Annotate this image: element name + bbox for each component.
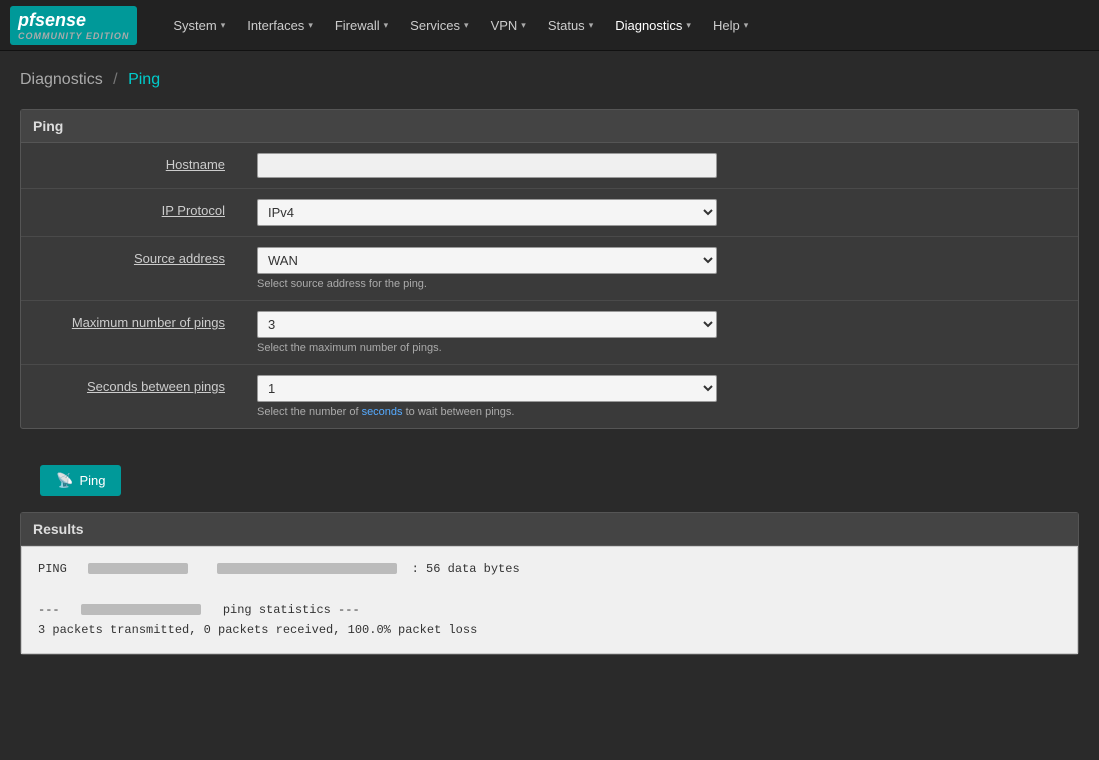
navbar: pfsense COMMUNITY EDITION System ▾ Inter… (0, 0, 1099, 51)
ping-icon: 📡 (56, 472, 73, 489)
max-pings-row: Maximum number of pings 1 2 3 4 5 6 7 8 … (21, 301, 1078, 365)
content-wrapper: Diagnostics / Ping Ping Hostname IP Prot… (0, 51, 1099, 760)
button-row: 📡 Ping (20, 449, 1079, 512)
seconds-between-label-cell: Seconds between pings (21, 365, 241, 429)
ip-protocol-select[interactable]: IPv4 IPv6 (257, 199, 717, 226)
ip-protocol-label-cell: IP Protocol (21, 189, 241, 237)
ping-button-label: Ping (79, 473, 105, 488)
nav-item-system[interactable]: System ▾ (163, 12, 235, 39)
logo: pfsense COMMUNITY EDITION (10, 6, 137, 45)
ip-protocol-label[interactable]: IP Protocol (162, 203, 225, 218)
max-pings-control-cell: 1 2 3 4 5 6 7 8 9 10 Select the maximum … (241, 301, 1078, 365)
redacted-hostname-3 (81, 604, 201, 615)
ping-button[interactable]: 📡 Ping (40, 465, 121, 496)
nav-link-diagnostics[interactable]: Diagnostics ▾ (605, 12, 701, 39)
chevron-down-icon: ▾ (589, 20, 594, 31)
breadcrumb: Diagnostics / Ping (20, 71, 1079, 89)
nav-item-firewall[interactable]: Firewall ▾ (325, 12, 398, 39)
chevron-down-icon: ▾ (221, 20, 226, 31)
nav-item-status[interactable]: Status ▾ (538, 12, 603, 39)
hostname-input[interactable] (257, 153, 717, 178)
hostname-row: Hostname (21, 143, 1078, 189)
results-output: PING : 56 data bytes --- ping statistics… (21, 546, 1078, 654)
ping-panel-title: Ping (21, 110, 1078, 143)
nav-link-system[interactable]: System ▾ (163, 12, 235, 39)
nav-menu: System ▾ Interfaces ▾ Firewall ▾ Service… (163, 12, 758, 39)
hostname-control-cell (241, 143, 1078, 189)
nav-item-interfaces[interactable]: Interfaces ▾ (237, 12, 323, 39)
source-address-control-cell: WAN LAN Loopback Select source address f… (241, 237, 1078, 301)
seconds-help-highlight: seconds (362, 406, 403, 418)
nav-link-vpn[interactable]: VPN ▾ (481, 12, 536, 39)
results-panel-title: Results (21, 513, 1078, 546)
logo-sub: COMMUNITY EDITION (18, 31, 129, 41)
nav-item-help[interactable]: Help ▾ (703, 12, 758, 39)
results-line-1: PING : 56 data bytes (38, 559, 1061, 579)
redacted-hostname-1 (88, 563, 188, 574)
seconds-between-control-cell: 1 2 3 4 5 Select the number of seconds t… (241, 365, 1078, 429)
chevron-down-icon: ▾ (521, 20, 526, 31)
seconds-between-row: Seconds between pings 1 2 3 4 5 Select t… (21, 365, 1078, 429)
seconds-help-suffix: to wait between pings. (403, 406, 515, 418)
seconds-help-prefix: Select the number of (257, 406, 362, 418)
brand: pfsense COMMUNITY EDITION (10, 6, 143, 45)
max-pings-label-cell: Maximum number of pings (21, 301, 241, 365)
max-pings-select[interactable]: 1 2 3 4 5 6 7 8 9 10 (257, 311, 717, 338)
redacted-hostname-2 (217, 563, 397, 574)
source-address-row: Source address WAN LAN Loopback Select s… (21, 237, 1078, 301)
nav-item-services[interactable]: Services ▾ (400, 12, 478, 39)
results-line-2 (38, 579, 1061, 599)
nav-item-vpn[interactable]: VPN ▾ (481, 12, 536, 39)
source-address-help: Select source address for the ping. (257, 278, 1062, 290)
max-pings-help: Select the maximum number of pings. (257, 342, 1062, 354)
nav-link-interfaces[interactable]: Interfaces ▾ (237, 12, 323, 39)
chevron-down-icon: ▾ (464, 20, 469, 31)
breadcrumb-current: Ping (128, 71, 160, 88)
results-line-4: 3 packets transmitted, 0 packets receive… (38, 620, 1061, 640)
nav-item-diagnostics[interactable]: Diagnostics ▾ (605, 12, 701, 39)
chevron-down-icon: ▾ (744, 20, 749, 31)
ip-protocol-control-cell: IPv4 IPv6 (241, 189, 1078, 237)
nav-link-status[interactable]: Status ▾ (538, 12, 603, 39)
hostname-label[interactable]: Hostname (166, 157, 225, 172)
nav-link-help[interactable]: Help ▾ (703, 12, 758, 39)
hostname-label-cell: Hostname (21, 143, 241, 189)
seconds-between-select[interactable]: 1 2 3 4 5 (257, 375, 717, 402)
source-address-select[interactable]: WAN LAN Loopback (257, 247, 717, 274)
results-panel: Results PING : 56 data bytes --- ping st… (20, 512, 1079, 655)
ping-form-table: Hostname IP Protocol IPv4 IPv6 (21, 143, 1078, 428)
chevron-down-icon: ▾ (308, 20, 313, 31)
ip-protocol-row: IP Protocol IPv4 IPv6 (21, 189, 1078, 237)
breadcrumb-parent: Diagnostics (20, 71, 103, 88)
max-pings-label[interactable]: Maximum number of pings (72, 315, 225, 330)
seconds-between-help: Select the number of seconds to wait bet… (257, 406, 1062, 418)
results-line-3: --- ping statistics --- (38, 600, 1061, 620)
logo-text: pfsense (18, 10, 86, 30)
source-address-label-cell: Source address (21, 237, 241, 301)
seconds-between-label[interactable]: Seconds between pings (87, 379, 225, 394)
chevron-down-icon: ▾ (686, 20, 691, 31)
nav-link-services[interactable]: Services ▾ (400, 12, 478, 39)
breadcrumb-separator: / (113, 71, 117, 88)
source-address-label[interactable]: Source address (134, 251, 225, 266)
chevron-down-icon: ▾ (384, 20, 389, 31)
ping-panel: Ping Hostname IP Protocol IPv4 (20, 109, 1079, 429)
nav-link-firewall[interactable]: Firewall ▾ (325, 12, 398, 39)
